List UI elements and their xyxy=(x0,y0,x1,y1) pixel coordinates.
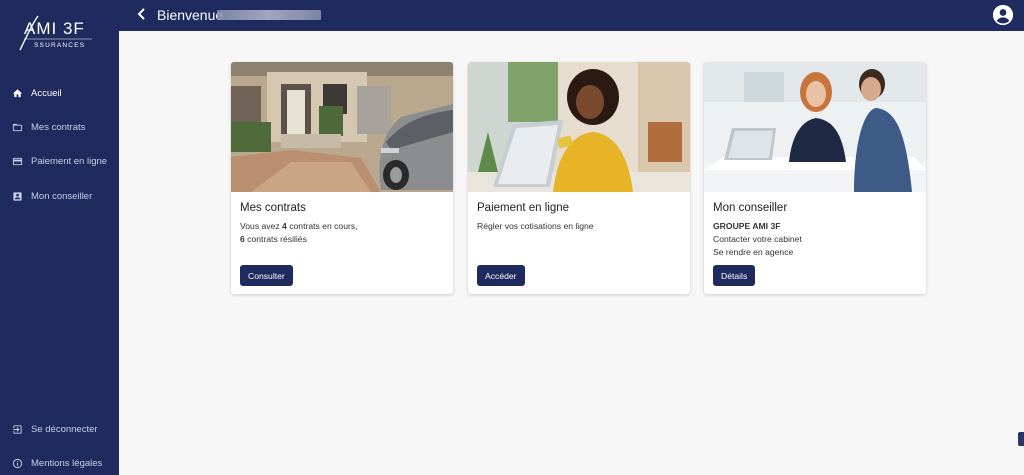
credit-card-icon xyxy=(11,155,23,167)
svg-text:SSURANCES: SSURANCES xyxy=(34,42,85,49)
sidebar-item-label: Mentions légales xyxy=(31,457,103,469)
card-description: Vous avez 4 contrats en cours, 6 contrat… xyxy=(240,221,358,244)
sidebar-item-label: Mon conseiller xyxy=(31,190,93,202)
card-mon-conseiller: Mon conseiller GROUPE AMI 3F Contacter v… xyxy=(704,62,926,294)
svg-text:AMI 3F: AMI 3F xyxy=(24,19,85,38)
card-description: Régler vos cotisations en ligne xyxy=(477,221,594,231)
sidebar: AMI 3F SSURANCES Accueil Mes contrats Pa… xyxy=(0,0,119,475)
folder-icon xyxy=(11,121,23,133)
card-image-house xyxy=(231,62,453,192)
home-icon xyxy=(11,87,23,99)
acceder-button[interactable]: Accéder xyxy=(477,265,525,286)
sidebar-item-mentions[interactable]: Mentions légales xyxy=(0,452,119,474)
card-paiement: Paiement en ligne Régler vos cotisations… xyxy=(468,62,690,294)
page-title: Bienvenue xyxy=(157,7,224,23)
sidebar-item-mes-contrats[interactable]: Mes contrats xyxy=(0,116,119,138)
card-title: Mes contrats xyxy=(240,202,306,214)
sidebar-item-accueil[interactable]: Accueil xyxy=(0,82,119,104)
card-title: Mon conseiller xyxy=(713,202,788,214)
account-circle-icon[interactable] xyxy=(993,5,1013,25)
sidebar-item-label: Se déconnecter xyxy=(31,423,98,435)
sidebar-item-label: Mes contrats xyxy=(31,121,86,133)
info-icon xyxy=(11,457,23,469)
brand-logo: AMI 3F SSURANCES xyxy=(19,15,92,51)
sidebar-item-logout[interactable]: Se déconnecter xyxy=(0,418,119,440)
side-widget-tab[interactable] xyxy=(1018,432,1024,446)
card-mes-contrats: Mes contrats Vous avez 4 contrats en cou… xyxy=(231,62,453,294)
sidebar-item-label: Accueil xyxy=(31,87,62,99)
contact-card-icon xyxy=(11,190,23,202)
card-image-payment xyxy=(468,62,690,192)
consulter-button[interactable]: Consulter xyxy=(240,265,293,286)
advisor-org: GROUPE AMI 3F xyxy=(713,221,781,231)
redacted-username xyxy=(217,10,321,20)
details-button[interactable]: Détails xyxy=(713,265,756,286)
sidebar-item-label: Paiement en ligne xyxy=(31,155,108,167)
top-bar: Bienvenue xyxy=(119,0,1024,31)
logout-icon xyxy=(11,423,23,435)
sidebar-item-mon-conseiller[interactable]: Mon conseiller xyxy=(0,185,119,207)
card-title: Paiement en ligne xyxy=(477,202,570,214)
card-image-advisor xyxy=(704,62,926,192)
sidebar-item-paiement[interactable]: Paiement en ligne xyxy=(0,150,119,172)
chevron-left-icon[interactable] xyxy=(137,8,149,22)
card-description: GROUPE AMI 3F Contacter votre cabinet Se… xyxy=(713,221,802,257)
